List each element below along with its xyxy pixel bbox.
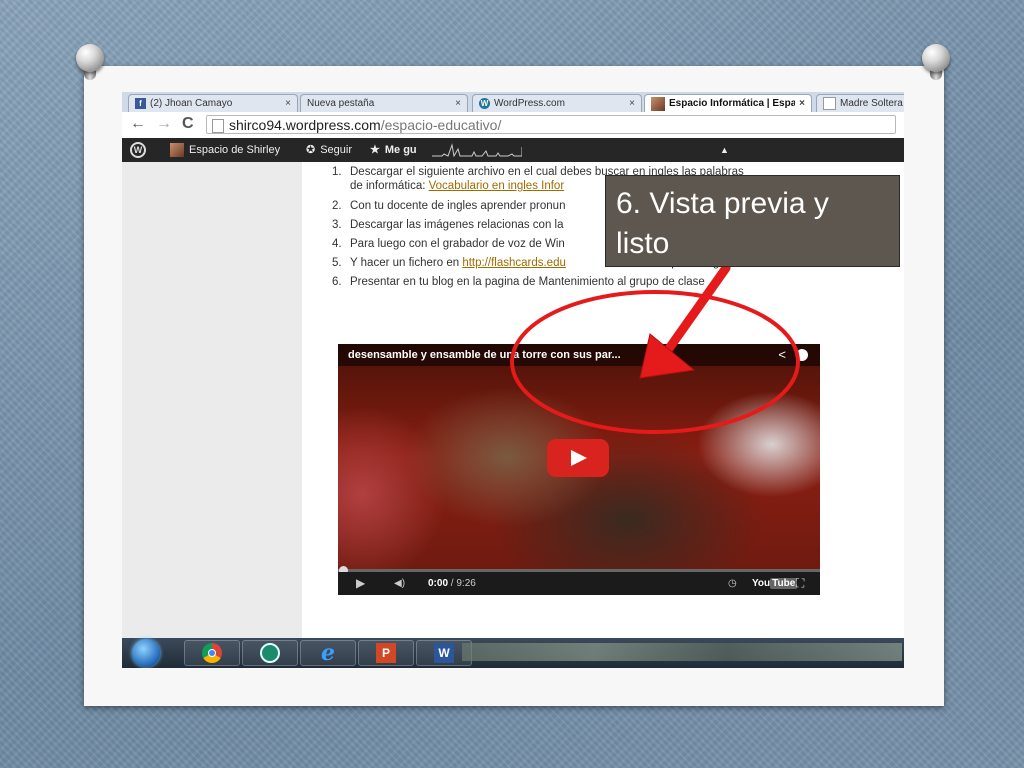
wordpress-logo-button[interactable]: W [130,138,146,162]
close-icon[interactable]: × [455,98,461,109]
reload-icon[interactable]: C [182,115,194,133]
list-item: 4. Para luego con el grabador de voz de W… [332,238,565,250]
like-label: Me gu [384,144,417,156]
chrome-icon [202,643,222,663]
flashcards-link[interactable]: http://flashcards.edu [462,257,566,269]
tab-label: Madre Soltera [840,98,903,109]
pushpin-left-icon [76,44,104,84]
facebook-icon: f [135,98,146,109]
volume-icon[interactable]: ◀) [394,572,405,595]
windows-start-icon [132,639,160,667]
notification-icon: ▲ [720,145,729,155]
powerpoint-icon: P [376,643,396,663]
follow-label: Seguir [320,144,353,156]
tab-label: (2) Jhoan Camayo [150,98,233,109]
tab-espacio-informatica[interactable]: Espacio Informática | Espa × [644,94,812,112]
play-icon [571,450,587,466]
info-icon[interactable] [796,349,808,361]
yt-you: You [752,578,771,589]
yt-tube: Tube [770,578,798,589]
clock-app-icon [260,643,280,663]
tab-label: WordPress.com [494,98,565,109]
windows-taskbar: e P W [122,638,904,668]
taskbar-preview-strip [462,643,902,661]
address-bar: ← → C shirco94.wordpress.com/espacio-edu… [122,112,904,139]
list-item: 2. Con tu docente de ingles aprender pron… [332,200,566,212]
url-host: shirco94.wordpress.com [229,117,381,133]
tab-facebook[interactable]: f (2) Jhoan Camayo × [128,94,298,112]
follow-button[interactable]: ✪ Seguir [306,138,352,162]
star-icon: ★ [370,144,380,156]
tab-madre-soltera[interactable]: Madre Soltera [816,94,904,112]
taskbar-chrome[interactable] [184,639,240,667]
site-name: Espacio de Shirley [189,144,281,156]
tab-wordpress[interactable]: W WordPress.com × [472,94,642,112]
left-sidebar [122,162,302,638]
video-title[interactable]: desensamble y ensamble de una torre con … [338,344,820,366]
close-icon[interactable]: × [799,98,805,109]
annotation-callout: 6. Vista previa y listo [605,175,900,267]
fullscreen-icon[interactable]: ⛶ [796,572,804,595]
wordpress-icon: W [479,98,490,109]
taskbar-clock-app[interactable] [242,639,298,667]
close-icon[interactable]: × [629,98,635,109]
like-button[interactable]: ★ Me gu [370,138,417,162]
avatar-icon [651,96,665,111]
taskbar-internet-explorer[interactable]: e [300,639,356,667]
share-icon[interactable]: < [778,347,786,362]
word-icon: W [434,643,454,663]
pushpin-right-icon [922,44,950,84]
site-name-button[interactable]: Espacio de Shirley [170,138,280,162]
close-icon[interactable]: × [285,98,291,109]
page-icon [823,97,836,110]
notifications-button[interactable]: ▲ [720,138,729,162]
wordpress-admin-bar: W Espacio de Shirley ✪ Seguir ★ Me gu ▲ [122,138,904,162]
follow-icon: ✪ [306,144,316,156]
stats-sparkline[interactable] [432,143,522,157]
watch-later-icon[interactable]: ◷ [728,572,737,595]
player-controls: ▶ ◀) 0:00 / 9:26 ◷ You Tube ⛶ [338,572,820,595]
list-item: 6. Presentar en tu blog en la pagina de M… [332,276,705,288]
forward-arrow-icon[interactable]: → [156,115,172,133]
url-path: /espacio-educativo/ [380,117,502,133]
youtube-video-player[interactable]: desensamble y ensamble de una torre con … [338,344,820,595]
wordpress-logo-icon: W [130,142,146,158]
tab-label: Nueva pestaña [307,98,375,109]
play-control-icon[interactable]: ▶ [356,572,365,595]
list-item-continuation: de informática: Vocabulario en ingles In… [350,180,565,192]
time-display: 0:00 / 9:26 [428,578,476,589]
start-button[interactable] [124,639,168,667]
back-arrow-icon[interactable]: ← [130,115,146,133]
page-icon [212,119,224,133]
list-item: 3. Descargar las imágenes relacionas con … [332,219,564,231]
youtube-logo[interactable]: You Tube [752,572,798,595]
taskbar-powerpoint[interactable]: P [358,639,414,667]
tab-bar: f (2) Jhoan Camayo × Nueva pestaña × W W… [122,92,904,112]
internet-explorer-icon: e [321,640,335,666]
tab-new[interactable]: Nueva pestaña × [300,94,468,112]
tab-label: Espacio Informática | Espa [669,98,796,109]
avatar [170,143,184,157]
vocabulary-link[interactable]: Vocabulario en ingles Infor [429,180,565,192]
url-input[interactable]: shirco94.wordpress.com/espacio-educativo… [206,115,896,134]
play-button[interactable] [547,439,609,477]
